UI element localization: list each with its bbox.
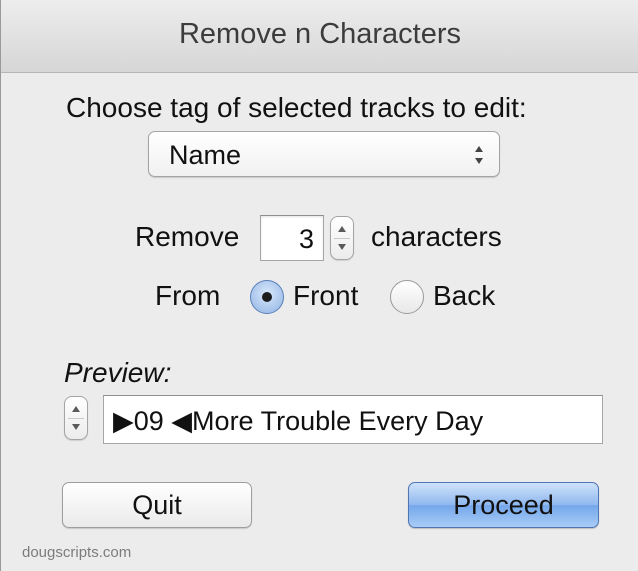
preview-field: ▶09 ◀More Trouble Every Day (103, 395, 603, 444)
preview-text: ▶09 ◀More Trouble Every Day (113, 406, 484, 436)
character-count-value: 3 (298, 224, 314, 254)
stepper-up-arrow-icon (338, 226, 346, 232)
stepper-down-arrow-icon (338, 244, 346, 250)
character-count-stepper[interactable] (330, 216, 354, 260)
back-radio-button[interactable] (390, 280, 424, 314)
remove-label: Remove (135, 221, 240, 252)
window-title: Remove n Characters (178, 18, 462, 50)
characters-label: characters (371, 221, 502, 252)
dialog-window: Remove n Characters Choose tag of select… (0, 0, 638, 571)
from-label: From (155, 280, 221, 311)
quit-button[interactable]: Quit (62, 482, 252, 528)
footer-credit: dougscripts.com (22, 544, 132, 561)
preview-label: Preview: (64, 357, 172, 388)
back-radio-label[interactable]: Back (433, 280, 495, 312)
title-bar[interactable]: Remove n Characters (1, 0, 638, 73)
stepper-down-arrow-icon (72, 424, 80, 430)
radio-selected-dot (262, 292, 272, 302)
tag-popup-value: Name (169, 140, 242, 170)
tag-popup-button[interactable]: Name (148, 131, 500, 177)
stepper-up-arrow-icon (72, 406, 80, 412)
preview-track-stepper[interactable] (64, 396, 88, 440)
front-radio-button[interactable] (250, 280, 284, 314)
up-down-arrows-icon (475, 146, 483, 164)
front-radio-label[interactable]: Front (293, 280, 358, 312)
proceed-button[interactable]: Proceed (408, 482, 599, 528)
character-count-field[interactable]: 3 (260, 215, 324, 261)
tag-prompt-label: Choose tag of selected tracks to edit: (66, 92, 527, 123)
